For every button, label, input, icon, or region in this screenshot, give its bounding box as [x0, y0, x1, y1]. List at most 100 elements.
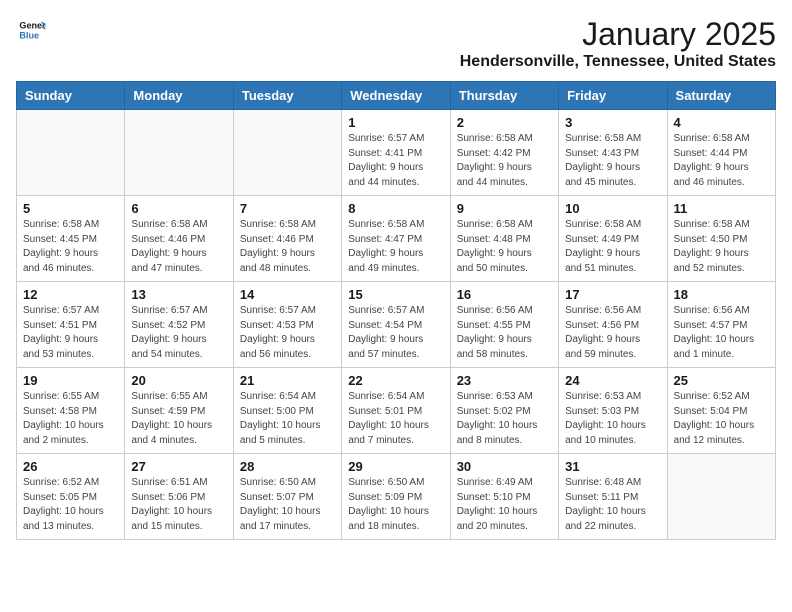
week-row-4: 19 Sunrise: 6:55 AM Sunset: 4:58 PM Dayli…: [17, 368, 776, 454]
day-info: Sunrise: 6:55 AM Sunset: 4:59 PM Dayligh…: [131, 390, 226, 448]
day-info: Sunrise: 6:53 AM Sunset: 5:03 PM Dayligh…: [565, 390, 660, 448]
week-row-1: 1 Sunrise: 6:57 AM Sunset: 4:41 PM Daylig…: [17, 110, 776, 196]
day-info: Sunrise: 6:57 AM Sunset: 4:41 PM Dayligh…: [348, 132, 443, 190]
day-number: 23: [457, 373, 552, 388]
day-number: 4: [674, 115, 769, 130]
day-number: 5: [23, 201, 118, 216]
day-number: 8: [348, 201, 443, 216]
day-info: Sunrise: 6:58 AM Sunset: 4:49 PM Dayligh…: [565, 218, 660, 276]
day-info: Sunrise: 6:58 AM Sunset: 4:47 PM Dayligh…: [348, 218, 443, 276]
day-info: Sunrise: 6:57 AM Sunset: 4:54 PM Dayligh…: [348, 304, 443, 362]
svg-text:Blue: Blue: [19, 30, 39, 40]
day-number: 20: [131, 373, 226, 388]
weekday-header-thursday: Thursday: [450, 82, 558, 110]
day-info: Sunrise: 6:58 AM Sunset: 4:48 PM Dayligh…: [457, 218, 552, 276]
day-cell-12: 12Sunrise: 6:57 AM Sunset: 4:51 PM Dayli…: [17, 282, 125, 368]
day-info: Sunrise: 6:53 AM Sunset: 5:02 PM Dayligh…: [457, 390, 552, 448]
day-info: Sunrise: 6:56 AM Sunset: 4:56 PM Dayligh…: [565, 304, 660, 362]
empty-cell: [17, 110, 125, 196]
day-cell-5: 5 Sunrise: 6:58 AM Sunset: 4:45 PM Daylig…: [17, 196, 125, 282]
day-info: Sunrise: 6:55 AM Sunset: 4:58 PM Dayligh…: [23, 390, 118, 448]
day-info: Sunrise: 6:50 AM Sunset: 5:09 PM Dayligh…: [348, 476, 443, 534]
day-info: Sunrise: 6:56 AM Sunset: 4:57 PM Dayligh…: [674, 304, 769, 362]
calendar-table: SundayMondayTuesdayWednesdayThursdayFrid…: [16, 81, 776, 540]
day-info: Sunrise: 6:57 AM Sunset: 4:52 PM Dayligh…: [131, 304, 226, 362]
day-cell-20: 20 Sunrise: 6:55 AM Sunset: 4:59 PM Dayli…: [125, 368, 233, 454]
day-cell-23: 23 Sunrise: 6:53 AM Sunset: 5:02 PM Dayli…: [450, 368, 558, 454]
day-cell-10: 10 Sunrise: 6:58 AM Sunset: 4:49 PM Dayli…: [559, 196, 667, 282]
day-number: 31: [565, 459, 660, 474]
day-number: 30: [457, 459, 552, 474]
day-cell-11: 11Sunrise: 6:58 AM Sunset: 4:50 PM Dayli…: [667, 196, 775, 282]
day-number: 27: [131, 459, 226, 474]
location-title: Hendersonville, Tennessee, United States: [460, 53, 776, 71]
day-cell-19: 19 Sunrise: 6:55 AM Sunset: 4:58 PM Dayli…: [17, 368, 125, 454]
day-cell-7: 7Sunrise: 6:58 AM Sunset: 4:46 PM Daylig…: [233, 196, 341, 282]
weekday-header-saturday: Saturday: [667, 82, 775, 110]
weekday-header-friday: Friday: [559, 82, 667, 110]
weekday-header-wednesday: Wednesday: [342, 82, 450, 110]
day-cell-6: 6Sunrise: 6:58 AM Sunset: 4:46 PM Daylig…: [125, 196, 233, 282]
logo-icon: General Blue: [18, 16, 46, 44]
day-number: 2: [457, 115, 552, 130]
day-info: Sunrise: 6:49 AM Sunset: 5:10 PM Dayligh…: [457, 476, 552, 534]
day-number: 26: [23, 459, 118, 474]
day-number: 28: [240, 459, 335, 474]
day-number: 13: [131, 287, 226, 302]
day-cell-25: 25Sunrise: 6:52 AM Sunset: 5:04 PM Dayli…: [667, 368, 775, 454]
weekday-header-sunday: Sunday: [17, 82, 125, 110]
day-info: Sunrise: 6:50 AM Sunset: 5:07 PM Dayligh…: [240, 476, 335, 534]
day-info: Sunrise: 6:58 AM Sunset: 4:46 PM Dayligh…: [131, 218, 226, 276]
empty-cell: [233, 110, 341, 196]
day-cell-30: 30 Sunrise: 6:49 AM Sunset: 5:10 PM Dayli…: [450, 454, 558, 540]
day-info: Sunrise: 6:57 AM Sunset: 4:53 PM Dayligh…: [240, 304, 335, 362]
title-section: January 2025 Hendersonville, Tennessee, …: [460, 16, 776, 71]
day-cell-9: 9 Sunrise: 6:58 AM Sunset: 4:48 PM Daylig…: [450, 196, 558, 282]
day-cell-3: 3 Sunrise: 6:58 AM Sunset: 4:43 PM Daylig…: [559, 110, 667, 196]
day-info: Sunrise: 6:58 AM Sunset: 4:43 PM Dayligh…: [565, 132, 660, 190]
day-info: Sunrise: 6:52 AM Sunset: 5:05 PM Dayligh…: [23, 476, 118, 534]
day-cell-8: 8 Sunrise: 6:58 AM Sunset: 4:47 PM Daylig…: [342, 196, 450, 282]
day-cell-29: 29 Sunrise: 6:50 AM Sunset: 5:09 PM Dayli…: [342, 454, 450, 540]
day-cell-22: 22Sunrise: 6:54 AM Sunset: 5:01 PM Dayli…: [342, 368, 450, 454]
day-number: 22: [348, 373, 443, 388]
day-info: Sunrise: 6:52 AM Sunset: 5:04 PM Dayligh…: [674, 390, 769, 448]
day-number: 10: [565, 201, 660, 216]
day-number: 16: [457, 287, 552, 302]
day-cell-26: 26 Sunrise: 6:52 AM Sunset: 5:05 PM Dayli…: [17, 454, 125, 540]
day-number: 1: [348, 115, 443, 130]
day-cell-13: 13 Sunrise: 6:57 AM Sunset: 4:52 PM Dayli…: [125, 282, 233, 368]
day-info: Sunrise: 6:51 AM Sunset: 5:06 PM Dayligh…: [131, 476, 226, 534]
weekday-header-tuesday: Tuesday: [233, 82, 341, 110]
day-info: Sunrise: 6:48 AM Sunset: 5:11 PM Dayligh…: [565, 476, 660, 534]
day-cell-24: 24 Sunrise: 6:53 AM Sunset: 5:03 PM Dayli…: [559, 368, 667, 454]
day-number: 21: [240, 373, 335, 388]
day-info: Sunrise: 6:57 AM Sunset: 4:51 PM Dayligh…: [23, 304, 118, 362]
day-info: Sunrise: 6:54 AM Sunset: 5:00 PM Dayligh…: [240, 390, 335, 448]
day-number: 14: [240, 287, 335, 302]
day-info: Sunrise: 6:58 AM Sunset: 4:46 PM Dayligh…: [240, 218, 335, 276]
month-title: January 2025: [460, 16, 776, 53]
day-cell-17: 17 Sunrise: 6:56 AM Sunset: 4:56 PM Dayli…: [559, 282, 667, 368]
day-number: 17: [565, 287, 660, 302]
day-info: Sunrise: 6:58 AM Sunset: 4:44 PM Dayligh…: [674, 132, 769, 190]
svg-text:General: General: [19, 21, 46, 31]
day-cell-4: 4 Sunrise: 6:58 AM Sunset: 4:44 PM Daylig…: [667, 110, 775, 196]
day-cell-31: 31 Sunrise: 6:48 AM Sunset: 5:11 PM Dayli…: [559, 454, 667, 540]
empty-cell: [125, 110, 233, 196]
day-info: Sunrise: 6:58 AM Sunset: 4:45 PM Dayligh…: [23, 218, 118, 276]
day-number: 24: [565, 373, 660, 388]
week-row-5: 26 Sunrise: 6:52 AM Sunset: 5:05 PM Dayli…: [17, 454, 776, 540]
day-number: 3: [565, 115, 660, 130]
week-row-2: 5 Sunrise: 6:58 AM Sunset: 4:45 PM Daylig…: [17, 196, 776, 282]
day-info: Sunrise: 6:56 AM Sunset: 4:55 PM Dayligh…: [457, 304, 552, 362]
day-number: 29: [348, 459, 443, 474]
weekday-header-row: SundayMondayTuesdayWednesdayThursdayFrid…: [17, 82, 776, 110]
day-cell-1: 1 Sunrise: 6:57 AM Sunset: 4:41 PM Daylig…: [342, 110, 450, 196]
day-cell-15: 15Sunrise: 6:57 AM Sunset: 4:54 PM Dayli…: [342, 282, 450, 368]
day-number: 18: [674, 287, 769, 302]
day-cell-14: 14 Sunrise: 6:57 AM Sunset: 4:53 PM Dayli…: [233, 282, 341, 368]
day-cell-28: 28 Sunrise: 6:50 AM Sunset: 5:07 PM Dayli…: [233, 454, 341, 540]
day-number: 9: [457, 201, 552, 216]
day-number: 19: [23, 373, 118, 388]
